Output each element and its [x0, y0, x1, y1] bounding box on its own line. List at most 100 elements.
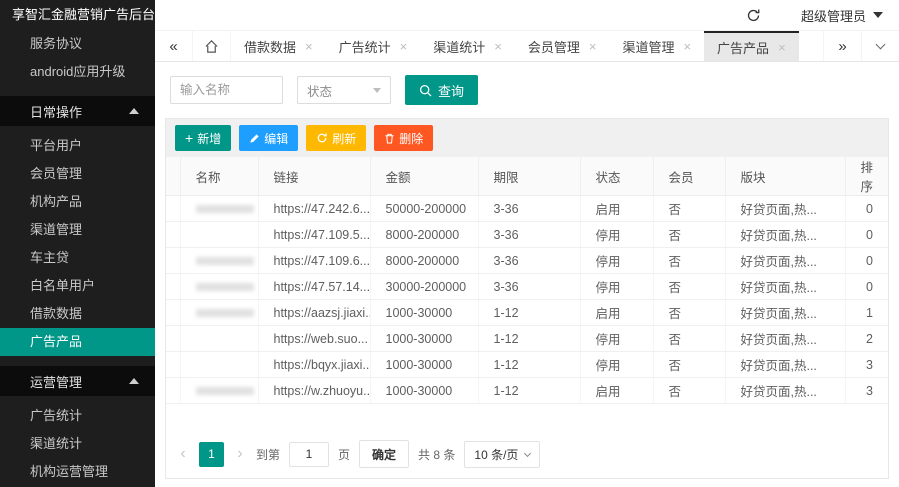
col-member[interactable]: 会员	[653, 157, 725, 196]
tab-channel-stats[interactable]: 渠道统计 ×	[420, 31, 515, 61]
sidebar-item-ad-products[interactable]: 广告产品	[0, 328, 155, 356]
status-filter-select[interactable]: 状态	[297, 76, 391, 104]
close-icon[interactable]: ×	[589, 40, 597, 53]
search-button-label: 查询	[438, 81, 464, 100]
page-button-1[interactable]: 1	[199, 442, 224, 467]
close-icon[interactable]: ×	[400, 40, 408, 53]
cell-amount: 30000-200000	[370, 274, 478, 300]
sidebar-section-operations[interactable]: 运营管理	[0, 366, 155, 396]
table-row[interactable]: https://w.zhuoyu... 1000-30000 1-12 启用 否…	[166, 378, 888, 404]
page-label: 页	[338, 446, 350, 463]
tab-label: 广告产品	[717, 38, 769, 57]
sidebar-section-daily-ops[interactable]: 日常操作	[0, 96, 155, 126]
col-status[interactable]: 状态	[580, 157, 653, 196]
cell-member: 否	[653, 274, 725, 300]
cell-status: 停用	[580, 352, 653, 378]
sidebar-item-car-loan[interactable]: 车主贷	[0, 244, 155, 272]
table-empty-space	[166, 404, 888, 432]
col-section[interactable]: 版块	[725, 157, 845, 196]
tab-ad-stats[interactable]: 广告统计 ×	[326, 31, 421, 61]
close-icon[interactable]: ×	[305, 40, 313, 53]
close-icon[interactable]: ×	[683, 40, 691, 53]
tab-label: 会员管理	[528, 37, 580, 56]
sidebar-item-whitelist-users[interactable]: 白名单用户	[0, 272, 155, 300]
sidebar-item-channel-management[interactable]: 渠道管理	[0, 216, 155, 244]
col-term[interactable]: 期限	[478, 157, 580, 196]
sidebar-section-label: 运营管理	[30, 372, 82, 391]
prev-page-button[interactable]: ‹	[176, 445, 190, 463]
cell-section: 好贷页面,热...	[725, 378, 845, 404]
tab-channel-management[interactable]: 渠道管理 ×	[609, 31, 704, 61]
table-row[interactable]: https://47.109.5... 8000-200000 3-36 停用 …	[166, 222, 888, 248]
sidebar-item-member-management[interactable]: 会员管理	[0, 160, 155, 188]
close-icon[interactable]: ×	[778, 41, 786, 54]
table-row[interactable]: https://bqyx.jiaxi... 1000-30000 1-12 停用…	[166, 352, 888, 378]
home-tab-button[interactable]	[193, 31, 231, 61]
cell-link: https://47.109.6...	[258, 248, 370, 274]
cell-term: 3-36	[478, 222, 580, 248]
next-page-button[interactable]: ›	[233, 445, 247, 463]
cell-member: 否	[653, 196, 725, 222]
sidebar-item-borrow-data[interactable]: 借款数据	[0, 300, 155, 328]
cell-link: https://web.suo...	[258, 326, 370, 352]
close-icon[interactable]: ×	[494, 40, 502, 53]
delete-button[interactable]: 删除	[374, 125, 433, 151]
refresh-icon	[316, 132, 328, 144]
tab-bar: « 借款数据 × 广告统计 × 渠道统计 × 会员管理 × 渠道管理 × 广告产…	[155, 30, 899, 62]
sidebar-item-platform-users[interactable]: 平台用户	[0, 132, 155, 160]
sidebar-item-channel-stats[interactable]: 渠道统计	[0, 430, 155, 458]
collapse-sidebar-button[interactable]: «	[155, 31, 193, 61]
redacted-name	[196, 387, 254, 395]
user-menu[interactable]: 超级管理员	[801, 6, 883, 25]
sidebar-item-ad-stats[interactable]: 广告统计	[0, 402, 155, 430]
col-name[interactable]: 名称	[180, 157, 258, 196]
cell-amount: 1000-30000	[370, 352, 478, 378]
delete-button-label: 删除	[399, 130, 423, 147]
table-row[interactable]: https://aazsj.jiaxi... 1000-30000 1-12 启…	[166, 300, 888, 326]
name-filter-input[interactable]	[170, 76, 283, 104]
sidebar-section-label: 日常操作	[30, 102, 82, 121]
cell-amount: 8000-200000	[370, 248, 478, 274]
tab-ad-products[interactable]: 广告产品 ×	[704, 31, 799, 61]
sidebar-item-institution-products[interactable]: 机构产品	[0, 188, 155, 216]
collapse-up-icon	[129, 378, 139, 384]
confirm-page-button[interactable]: 确定	[359, 440, 409, 468]
tabs-overflow-button[interactable]: »	[823, 31, 861, 61]
cell-status: 停用	[580, 274, 653, 300]
edit-button[interactable]: 编辑	[239, 125, 298, 151]
table-row[interactable]: https://web.suo... 1000-30000 1-12 停用 否 …	[166, 326, 888, 352]
trash-icon	[384, 133, 395, 144]
tabs-menu-button[interactable]	[861, 31, 899, 61]
app-title: 享智汇金融营销广告后台	[0, 0, 155, 30]
cell-member: 否	[653, 352, 725, 378]
cell-section: 好贷页面,热...	[725, 248, 845, 274]
top-header: 超级管理员	[155, 0, 899, 30]
tab-borrow-data[interactable]: 借款数据 ×	[231, 31, 326, 61]
cell-member: 否	[653, 222, 725, 248]
table-row[interactable]: https://47.242.6... 50000-200000 3-36 启用…	[166, 196, 888, 222]
page-size-select[interactable]: 10 条/页	[464, 441, 540, 468]
col-amount[interactable]: 金额	[370, 157, 478, 196]
table-row[interactable]: https://47.57.14... 30000-200000 3-36 停用…	[166, 274, 888, 300]
cell-sort: 3	[845, 352, 888, 378]
cell-sort: 0	[845, 196, 888, 222]
cell-name	[180, 300, 258, 326]
sidebar-item-institution-ops-management[interactable]: 机构运营管理	[0, 458, 155, 486]
redacted-name	[196, 257, 254, 265]
add-button[interactable]: + 新增	[175, 125, 231, 151]
col-link[interactable]: 链接	[258, 157, 370, 196]
cell-term: 3-36	[478, 196, 580, 222]
sidebar-item-android-upgrade[interactable]: android应用升级	[0, 58, 155, 86]
search-button[interactable]: 查询	[405, 75, 478, 105]
products-table: 名称 链接 金额 期限 状态 会员 版块 排序 https://47.242	[166, 157, 888, 404]
table-row[interactable]: https://47.109.6... 8000-200000 3-36 停用 …	[166, 248, 888, 274]
cell-term: 3-36	[478, 248, 580, 274]
col-sort[interactable]: 排序	[845, 157, 888, 196]
sidebar-item-service-agreement[interactable]: 服务协议	[0, 30, 155, 58]
tab-label: 广告统计	[339, 37, 391, 56]
cell-section: 好贷页面,热...	[725, 352, 845, 378]
goto-page-input[interactable]	[289, 442, 329, 467]
refresh-table-button[interactable]: 刷新	[306, 125, 366, 151]
refresh-icon[interactable]	[746, 8, 761, 23]
tab-member-management[interactable]: 会员管理 ×	[515, 31, 610, 61]
